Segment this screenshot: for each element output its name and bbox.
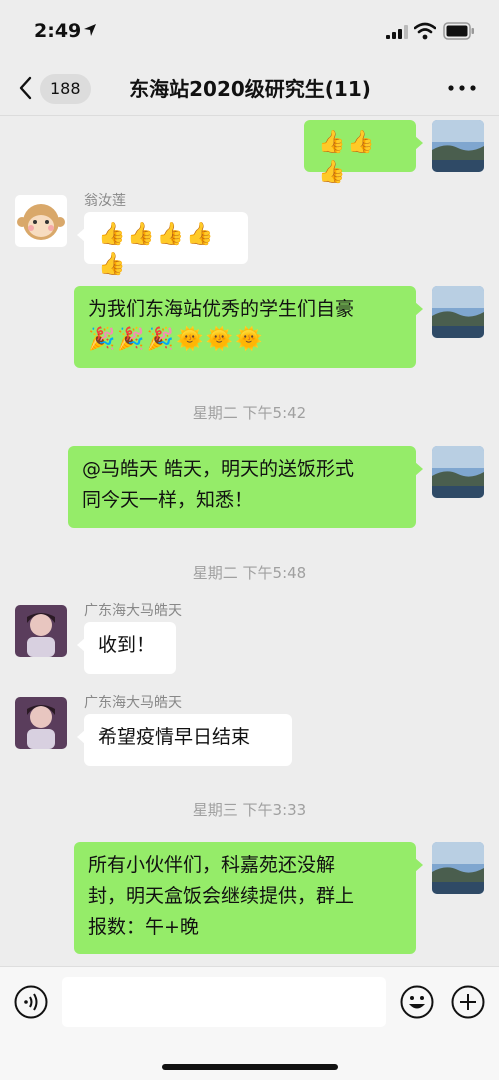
sender-name: 广东海大马皓天 <box>84 695 182 711</box>
message-text: 同今天一样，知悉！ <box>82 489 254 511</box>
my-avatar[interactable] <box>432 842 484 894</box>
other-message-bubble[interactable]: 希望疫情早日结束 <box>77 714 292 766</box>
battery-icon <box>443 22 474 40</box>
my-message-bubble[interactable]: 👍👍👍 <box>304 120 423 185</box>
home-indicator[interactable] <box>162 1064 338 1070</box>
message-text: 封，明天盒饭会继续提供，群上 <box>88 885 355 907</box>
sender-name: 翁汝莲 <box>84 193 126 209</box>
timestamp: 星期二 下午5:42 <box>192 404 307 422</box>
chevron-left-icon[interactable] <box>18 76 32 100</box>
message-text: 所有小伙伴们，科嘉苑还没解 <box>88 854 336 876</box>
wifi-icon <box>414 22 436 40</box>
input-bar <box>0 966 499 1080</box>
other-message-bubble[interactable]: 👍👍👍👍👍 <box>77 212 248 277</box>
message-text: 报数：午+晚 <box>88 916 199 938</box>
message-input[interactable] <box>62 977 386 1027</box>
my-avatar[interactable] <box>432 286 484 338</box>
sender-name: 广东海大马皓天 <box>84 603 182 619</box>
location-arrow-icon <box>84 24 96 36</box>
status-time: 2:49 <box>34 20 82 42</box>
timestamp: 星期二 下午5:48 <box>192 564 307 582</box>
unread-count-badge[interactable]: 188 <box>40 74 91 104</box>
my-avatar[interactable] <box>432 446 484 498</box>
cellular-signal-icon <box>386 25 408 39</box>
my-message-bubble[interactable]: 所有小伙伴们，科嘉苑还没解 封，明天盒饭会继续提供，群上 报数：午+晚 <box>74 842 423 954</box>
message-text: 收到！ <box>98 634 156 656</box>
message-text: 希望疫情早日结束 <box>98 726 251 748</box>
message-text: 🎉🎉🎉🌞🌞🌞 <box>88 327 265 352</box>
sender-avatar[interactable] <box>15 605 67 657</box>
message-text: 👍👍👍 <box>318 130 377 185</box>
timestamp: 星期三 下午3:33 <box>192 801 307 819</box>
other-message-bubble[interactable]: 收到！ <box>77 622 176 674</box>
my-avatar[interactable] <box>432 120 484 172</box>
message-text: 👍👍👍👍👍 <box>98 222 216 277</box>
chat-title: 东海站2020级研究生(11) <box>129 77 371 101</box>
sender-avatar[interactable] <box>15 195 67 247</box>
chat-header: 188 东海站2020级研究生(11) <box>0 60 499 116</box>
my-message-bubble[interactable]: @马皓天 皓天，明天的送饭形式 同今天一样，知悉！ <box>68 446 423 528</box>
my-message-bubble[interactable]: 为我们东海站优秀的学生们自豪 🎉🎉🎉🌞🌞🌞 <box>74 286 423 368</box>
message-text: 为我们东海站优秀的学生们自豪 <box>88 298 355 320</box>
more-dots-icon[interactable] <box>446 80 478 96</box>
plus-icon[interactable] <box>451 985 485 1019</box>
emoji-icon[interactable] <box>400 985 434 1019</box>
voice-icon[interactable] <box>14 985 48 1019</box>
sender-avatar[interactable] <box>15 697 67 749</box>
message-list[interactable]: 👍👍👍 翁汝莲 👍👍👍👍👍 为我们东海站优秀的学生们自豪 🎉🎉🎉🌞🌞🌞 星期二 … <box>0 116 499 966</box>
status-bar: 2:49 <box>0 0 499 60</box>
message-text: @马皓天 皓天，明天的送饭形式 <box>82 458 355 480</box>
